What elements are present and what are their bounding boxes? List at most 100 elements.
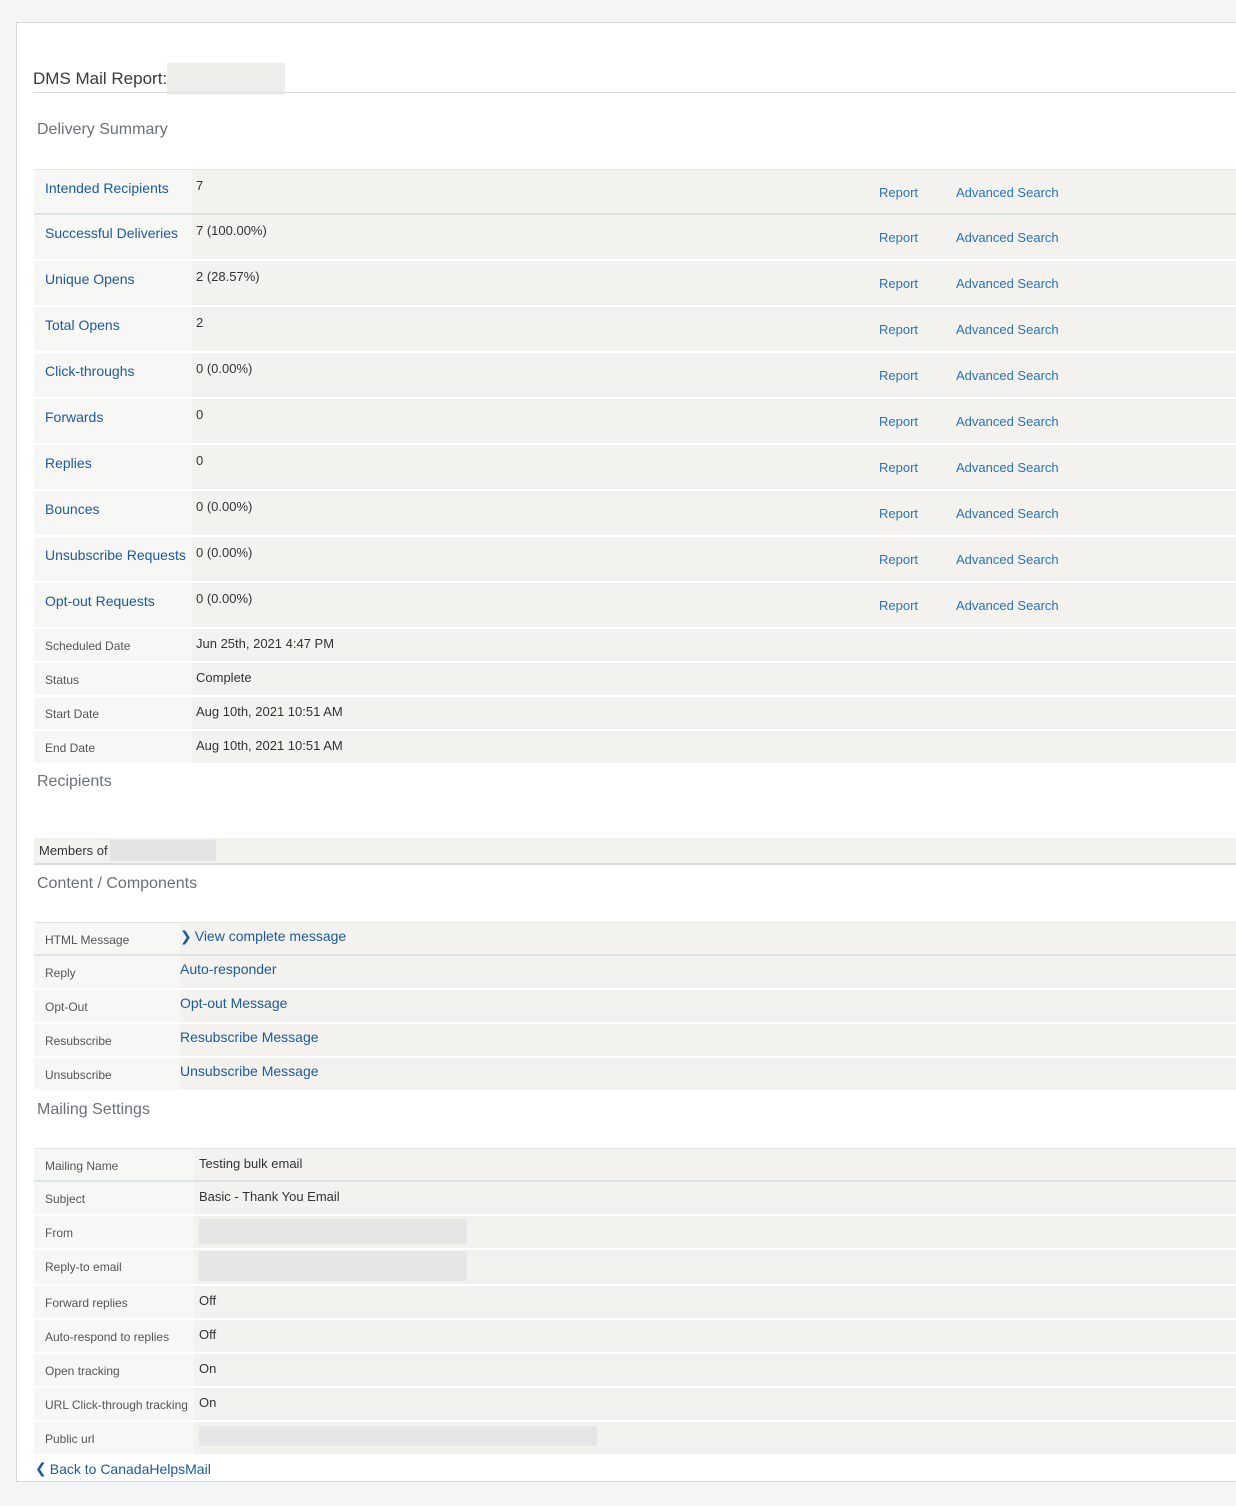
successful-deliveries-link[interactable]: Successful Deliveries [45, 215, 192, 241]
row-unsubscribe: Unsubscribe Unsubscribe Message [34, 1058, 1236, 1092]
scheduled-date-value: Jun 25th, 2021 4:47 PM [192, 629, 1236, 663]
reply-label: Reply [34, 956, 180, 990]
delivery-summary-heading: Delivery Summary [37, 121, 168, 138]
report-link[interactable]: Report [879, 552, 918, 567]
total-opens-link[interactable]: Total Opens [45, 307, 192, 333]
advanced-search-link[interactable]: Advanced Search [956, 552, 1059, 567]
successful-deliveries-value: 7 (100.00%) [192, 215, 879, 261]
opt-out-requests-link[interactable]: Opt-out Requests [45, 583, 192, 609]
row-status: Status Complete [34, 663, 1236, 697]
chevron-right-icon: ❯ [180, 928, 192, 944]
advanced-search-link[interactable]: Advanced Search [956, 185, 1059, 200]
report-link[interactable]: Report [879, 506, 918, 521]
unique-opens-value: 2 (28.57%) [192, 261, 879, 307]
start-date-value: Aug 10th, 2021 10:51 AM [192, 697, 1236, 731]
row-unsubscribe-requests: Unsubscribe Requests 0 (0.00%) Report Ad… [34, 537, 1236, 583]
end-date-value: Aug 10th, 2021 10:51 AM [192, 731, 1236, 765]
subject-label: Subject [34, 1182, 194, 1216]
advanced-search-link[interactable]: Advanced Search [956, 506, 1059, 521]
row-scheduled-date: Scheduled Date Jun 25th, 2021 4:47 PM [34, 629, 1236, 663]
report-link[interactable]: Report [879, 322, 918, 337]
start-date-label: Start Date [34, 697, 192, 731]
advanced-search-link[interactable]: Advanced Search [956, 368, 1059, 383]
row-opt-out: Opt-Out Opt-out Message [34, 990, 1236, 1024]
reply-to-label: Reply-to email [34, 1250, 194, 1286]
mailing-name-value: Testing bulk email [194, 1148, 1236, 1182]
forward-replies-label: Forward replies [34, 1286, 194, 1320]
url-click-tracking-value: On [194, 1388, 1236, 1422]
row-url-click-tracking: URL Click-through tracking On [34, 1388, 1236, 1422]
row-open-tracking: Open tracking On [34, 1354, 1236, 1388]
recipients-heading: Recipients [37, 773, 112, 790]
content-components-table: HTML Message ❯ View complete message Repl… [34, 922, 1236, 1092]
report-link[interactable]: Report [879, 368, 918, 383]
members-row: Members of [34, 838, 1236, 865]
unique-opens-link[interactable]: Unique Opens [45, 261, 192, 287]
report-link[interactable]: Report [879, 414, 918, 429]
row-reply-to: Reply-to email [34, 1250, 1236, 1286]
opt-out-requests-value: 0 (0.00%) [192, 583, 879, 629]
replies-value: 0 [192, 445, 879, 491]
back-link-label: Back to CanadaHelpsMail [49, 1460, 211, 1477]
redacted-group-name [109, 840, 216, 861]
auto-responder-link[interactable]: Auto-responder [180, 961, 277, 977]
report-link[interactable]: Report [879, 230, 918, 245]
redacted-public-url [199, 1426, 597, 1446]
advanced-search-link[interactable]: Advanced Search [956, 414, 1059, 429]
open-tracking-label: Open tracking [34, 1354, 194, 1388]
row-forward-replies: Forward replies Off [34, 1286, 1236, 1320]
advanced-search-link[interactable]: Advanced Search [956, 598, 1059, 613]
mailing-settings-table: Mailing Name Testing bulk email Subject … [34, 1148, 1236, 1456]
row-opt-out-requests: Opt-out Requests 0 (0.00%) Report Advanc… [34, 583, 1236, 629]
click-throughs-value: 0 (0.00%) [192, 353, 879, 399]
content-components-heading: Content / Components [37, 875, 198, 892]
forwards-link[interactable]: Forwards [45, 399, 192, 425]
back-to-mail-link[interactable]: ❮ Back to CanadaHelpsMail [35, 1460, 211, 1477]
row-from: From [34, 1216, 1236, 1250]
bounces-link[interactable]: Bounces [45, 491, 192, 517]
advanced-search-link[interactable]: Advanced Search [956, 230, 1059, 245]
intended-recipients-link[interactable]: Intended Recipients [45, 170, 192, 196]
row-bounces: Bounces 0 (0.00%) Report Advanced Search [34, 491, 1236, 537]
advanced-search-link[interactable]: Advanced Search [956, 460, 1059, 475]
redacted-from [199, 1219, 467, 1244]
row-reply: Reply Auto-responder [34, 956, 1236, 990]
auto-respond-label: Auto-respond to replies [34, 1320, 194, 1354]
end-date-label: End Date [34, 731, 192, 765]
opt-out-message-link[interactable]: Opt-out Message [180, 995, 287, 1011]
row-start-date: Start Date Aug 10th, 2021 10:51 AM [34, 697, 1236, 731]
mailing-name-label: Mailing Name [34, 1148, 194, 1182]
unsubscribe-message-link[interactable]: Unsubscribe Message [180, 1063, 319, 1079]
click-throughs-link[interactable]: Click-throughs [45, 353, 192, 379]
view-complete-message-link[interactable]: ❯ View complete message [180, 928, 346, 944]
bounces-value: 0 (0.00%) [192, 491, 879, 537]
row-successful-deliveries: Successful Deliveries 7 (100.00%) Report… [34, 215, 1236, 261]
advanced-search-link[interactable]: Advanced Search [956, 276, 1059, 291]
total-opens-value: 2 [192, 307, 879, 353]
resubscribe-message-link[interactable]: Resubscribe Message [180, 1029, 319, 1045]
report-link[interactable]: Report [879, 185, 918, 200]
row-unique-opens: Unique Opens 2 (28.57%) Report Advanced … [34, 261, 1236, 307]
unsubscribe-requests-link[interactable]: Unsubscribe Requests [45, 537, 192, 563]
mailing-settings-heading: Mailing Settings [37, 1101, 150, 1118]
subject-value: Basic - Thank You Email [194, 1182, 1236, 1216]
chevron-left-icon: ❮ [35, 1460, 47, 1476]
redacted-mailing-name [167, 63, 286, 95]
members-label: Members of [39, 843, 108, 858]
intended-recipients-value: 7 [192, 169, 879, 215]
report-link[interactable]: Report [879, 276, 918, 291]
from-label: From [34, 1216, 194, 1250]
report-link[interactable]: Report [879, 460, 918, 475]
row-end-date: End Date Aug 10th, 2021 10:51 AM [34, 731, 1236, 765]
report-link[interactable]: Report [879, 598, 918, 613]
forward-replies-value: Off [194, 1286, 1236, 1320]
row-total-opens: Total Opens 2 Report Advanced Search [34, 307, 1236, 353]
row-intended-recipients: Intended Recipients 7 Report Advanced Se… [34, 169, 1236, 215]
page-title: DMS Mail Report: [33, 63, 286, 95]
view-complete-message-text: View complete message [194, 928, 347, 944]
auto-respond-value: Off [194, 1320, 1236, 1354]
opt-out-label: Opt-Out [34, 990, 180, 1024]
replies-link[interactable]: Replies [45, 445, 192, 471]
redacted-reply-to [199, 1251, 467, 1281]
advanced-search-link[interactable]: Advanced Search [956, 322, 1059, 337]
